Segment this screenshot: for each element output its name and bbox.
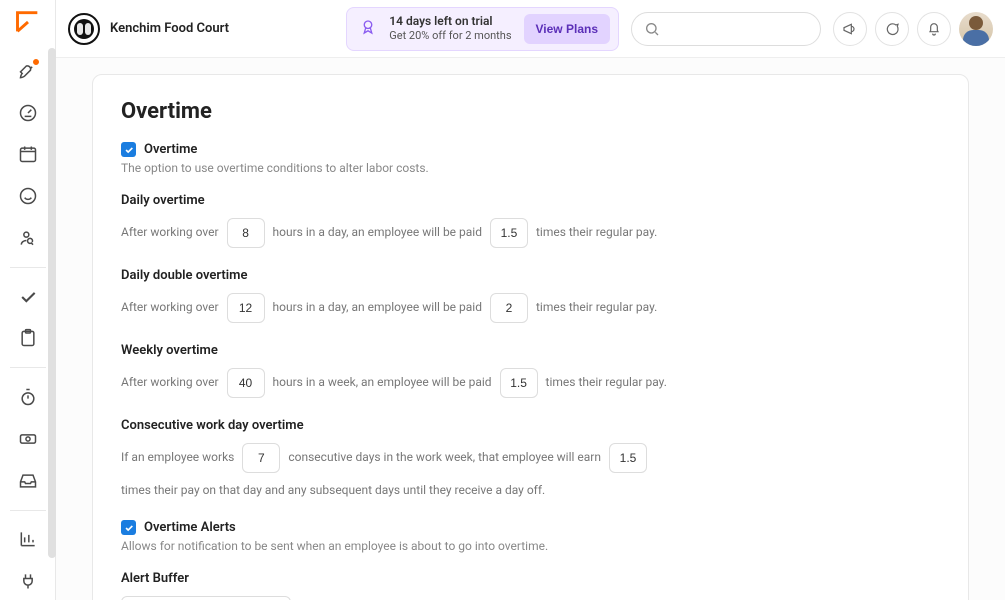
- check-icon[interactable]: [8, 278, 48, 316]
- consec-mult-input[interactable]: [609, 443, 647, 473]
- app-logo: [14, 8, 42, 36]
- buffer-title: Alert Buffer: [121, 571, 940, 586]
- alerts-label: Overtime Alerts: [144, 520, 236, 535]
- weekly-title: Weekly overtime: [121, 343, 940, 358]
- double-hours-input[interactable]: [227, 293, 265, 323]
- trial-title: 14 days left on trial: [389, 14, 511, 30]
- smile-icon[interactable]: [8, 177, 48, 215]
- daily-mult-input[interactable]: [490, 218, 528, 248]
- notification-badge: [32, 58, 40, 66]
- announce-icon[interactable]: [833, 12, 867, 46]
- consec-days-input[interactable]: [242, 443, 280, 473]
- inbox-icon[interactable]: [8, 462, 48, 500]
- org-logo: [68, 13, 100, 45]
- buffer-select[interactable]: .5 hours: [121, 596, 291, 600]
- weekly-hours-input[interactable]: [227, 368, 265, 398]
- topbar: Kenchim Food Court 14 days left on trial…: [56, 0, 1005, 58]
- trial-banner: 14 days left on trial Get 20% off for 2 …: [346, 7, 619, 51]
- alerts-checkbox[interactable]: [121, 520, 136, 535]
- sidebar-scrollbar[interactable]: [48, 48, 56, 558]
- overtime-checkbox-label: Overtime: [144, 142, 197, 157]
- divider: [10, 367, 46, 368]
- money-icon[interactable]: [8, 420, 48, 458]
- daily-hours-input[interactable]: [227, 218, 265, 248]
- consec-title: Consecutive work day overtime: [121, 418, 940, 433]
- rocket-icon[interactable]: [8, 52, 48, 90]
- weekly-rule: After working over hours in a week, an e…: [121, 368, 940, 398]
- user-search-icon[interactable]: [8, 219, 48, 257]
- sidebar: [0, 0, 56, 600]
- search-icon: [644, 21, 660, 37]
- chat-icon[interactable]: [875, 12, 909, 46]
- daily-rule: After working over hours in a day, an em…: [121, 218, 940, 248]
- search-input[interactable]: [631, 12, 821, 46]
- calendar-icon[interactable]: [8, 136, 48, 174]
- overtime-card: Overtime Overtime The option to use over…: [92, 74, 969, 600]
- avatar[interactable]: [959, 12, 993, 46]
- consec-rule: If an employee works consecutive days in…: [121, 443, 940, 500]
- clipboard-icon[interactable]: [8, 320, 48, 358]
- org-switcher[interactable]: Kenchim Food Court: [68, 13, 229, 45]
- stopwatch-icon[interactable]: [8, 378, 48, 416]
- chart-icon[interactable]: [8, 520, 48, 558]
- ribbon-icon: [359, 18, 377, 40]
- org-name: Kenchim Food Court: [110, 21, 229, 36]
- bell-icon[interactable]: [917, 12, 951, 46]
- divider: [10, 267, 46, 268]
- plug-icon[interactable]: [8, 562, 48, 600]
- page-title: Overtime: [121, 99, 940, 124]
- overtime-desc: The option to use overtime conditions to…: [121, 161, 940, 175]
- weekly-mult-input[interactable]: [500, 368, 538, 398]
- overtime-checkbox[interactable]: [121, 142, 136, 157]
- double-title: Daily double overtime: [121, 268, 940, 283]
- view-plans-button[interactable]: View Plans: [524, 14, 610, 44]
- daily-title: Daily overtime: [121, 193, 940, 208]
- trial-subtitle: Get 20% off for 2 months: [389, 29, 511, 43]
- divider: [10, 510, 46, 511]
- double-mult-input[interactable]: [490, 293, 528, 323]
- dashboard-icon[interactable]: [8, 94, 48, 132]
- alerts-desc: Allows for notification to be sent when …: [121, 539, 940, 553]
- double-rule: After working over hours in a day, an em…: [121, 293, 940, 323]
- content: Overtime Overtime The option to use over…: [56, 58, 1005, 600]
- main: Kenchim Food Court 14 days left on trial…: [56, 0, 1005, 600]
